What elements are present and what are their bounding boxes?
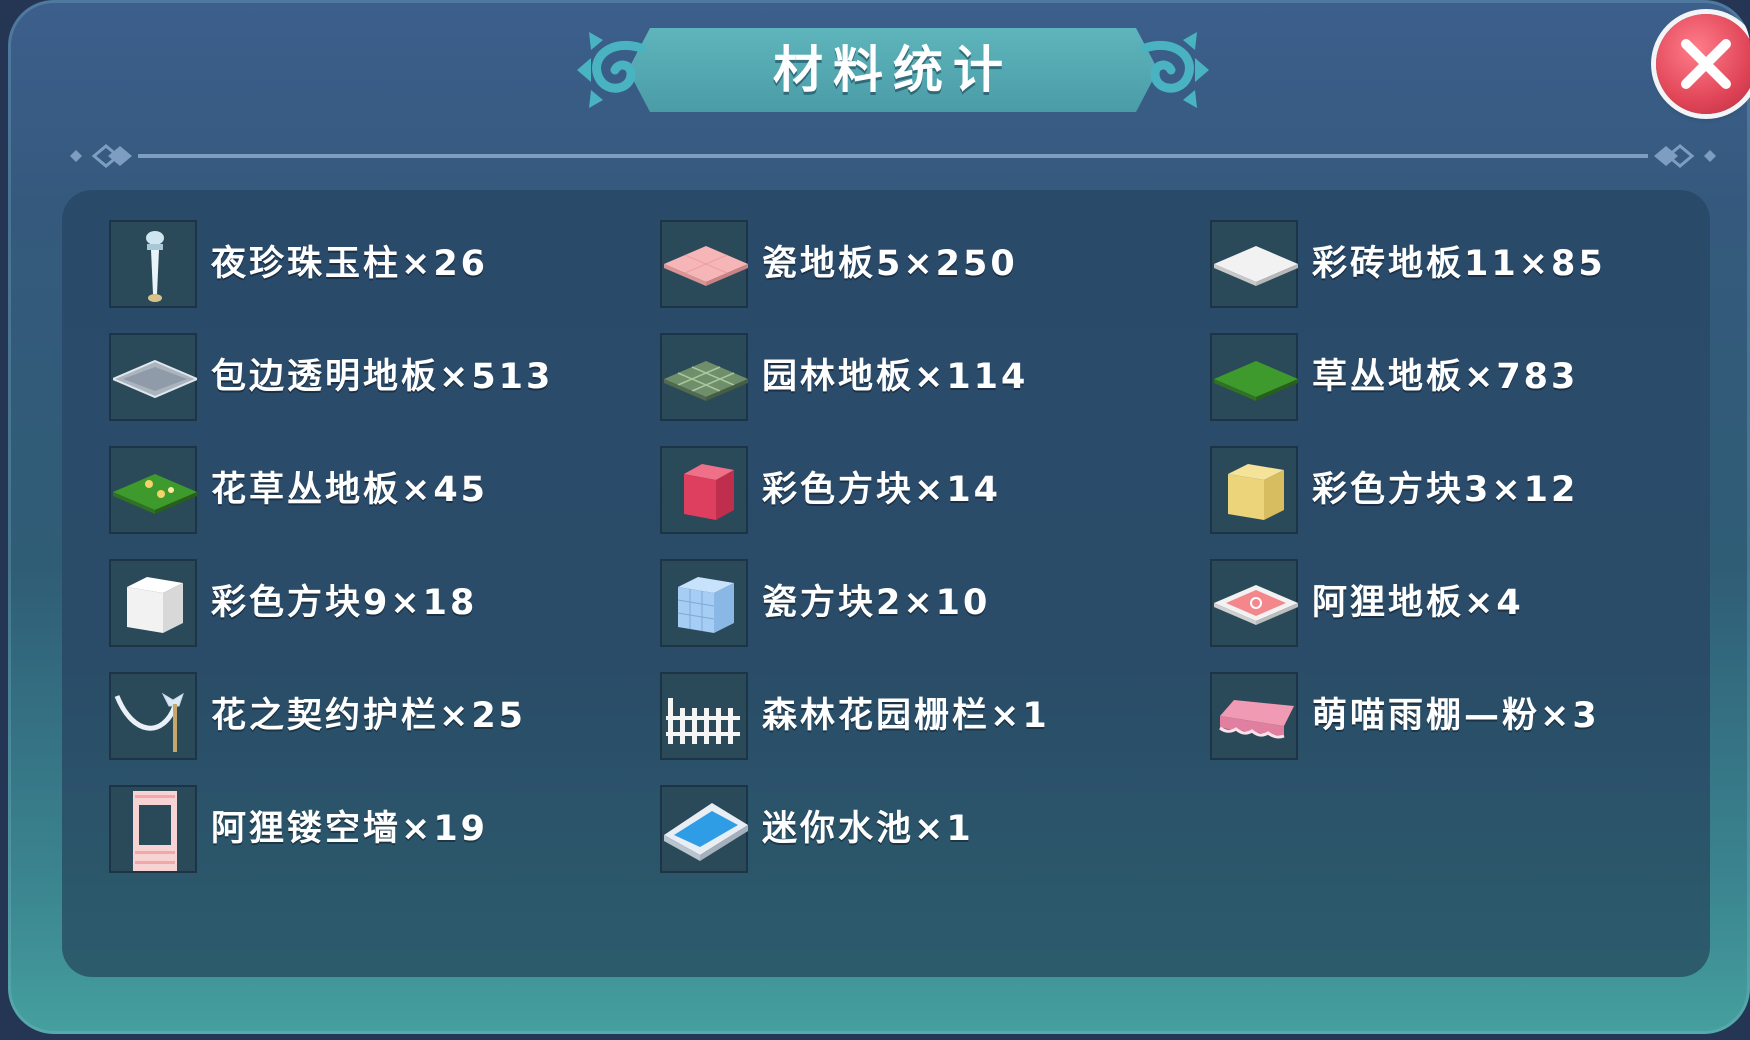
- material-item: 园林地板×114: [660, 333, 1200, 423]
- material-item: 彩砖地板11×85: [1210, 220, 1750, 310]
- garden-floor-icon: [664, 361, 748, 401]
- material-item: 花之契约护栏×25: [109, 672, 649, 762]
- material-item: 花草丛地板×45: [109, 446, 649, 536]
- close-button[interactable]: [1656, 14, 1750, 114]
- grass-floor-icon: [1214, 361, 1298, 401]
- white-cube-icon: [127, 577, 183, 633]
- material-item: 瓷地板5×250: [660, 220, 1200, 310]
- material-stats-dialog: 材料统计 夜珍珠玉柱×26 瓷地板5×250 彩砖地板11×85 包边透明地板×…: [8, 0, 1750, 1034]
- ribbon-railing-icon: [114, 692, 184, 752]
- material-label: 彩色方块3×12: [1312, 470, 1579, 510]
- material-item: 包边透明地板×513: [109, 333, 649, 423]
- flower-grass-floor-icon: [113, 474, 197, 514]
- material-item: 彩色方块9×18: [109, 559, 649, 649]
- dialog-title: 材料统计: [773, 41, 1013, 99]
- material-item: 瓷方块2×10: [660, 559, 1200, 649]
- material-item: 萌喵雨棚—粉×3: [1210, 672, 1750, 762]
- material-item: 夜珍珠玉柱×26: [109, 220, 649, 310]
- pink-tile-floor-icon: [664, 246, 748, 286]
- material-label: 萌喵雨棚—粉×3: [1312, 696, 1600, 736]
- pink-awning-icon: [1219, 700, 1294, 739]
- material-label: 阿狸镂空墙×19: [211, 809, 489, 849]
- material-label: 彩砖地板11×85: [1312, 244, 1606, 284]
- material-item: 阿狸地板×4: [1210, 559, 1750, 649]
- hollow-wall-icon: [133, 791, 177, 871]
- material-label: 瓷地板5×250: [762, 244, 1018, 284]
- mini-pool-icon: [664, 803, 748, 861]
- close-icon: [1681, 39, 1731, 89]
- material-label: 园林地板×114: [762, 357, 1029, 397]
- material-label: 花草丛地板×45: [211, 470, 489, 510]
- material-label: 阿狸地板×4: [1312, 583, 1524, 623]
- blue-tile-cube-icon: [677, 577, 734, 633]
- material-item: 彩色方块×14: [660, 446, 1200, 536]
- material-label: 夜珍珠玉柱×26: [211, 244, 489, 284]
- material-label: 瓷方块2×10: [762, 583, 991, 623]
- material-item: 森林花园栅栏×1: [660, 672, 1200, 762]
- material-label: 草丛地板×783: [1312, 357, 1579, 397]
- material-label: 迷你水池×1: [762, 809, 974, 849]
- divider-line: [70, 144, 1716, 168]
- material-label: 包边透明地板×513: [211, 357, 554, 397]
- pearl-pillar-icon: [146, 231, 164, 302]
- material-label: 花之契约护栏×25: [211, 696, 527, 736]
- material-item: 阿狸镂空墙×19: [109, 785, 649, 875]
- materials-grid: 夜珍珠玉柱×26 瓷地板5×250 彩砖地板11×85 包边透明地板×513 园…: [62, 190, 1710, 977]
- material-label: 彩色方块9×18: [211, 583, 478, 623]
- ahri-floor-icon: [1214, 585, 1298, 625]
- red-cube-icon: [684, 464, 734, 520]
- yellow-cube-icon: [1228, 464, 1284, 520]
- white-fence-icon: [666, 698, 740, 744]
- white-tile-floor-icon: [1214, 246, 1298, 286]
- material-label: 森林花园栅栏×1: [762, 696, 1050, 736]
- material-item: 草丛地板×783: [1210, 333, 1750, 423]
- material-item: 彩色方块3×12: [1210, 446, 1750, 536]
- material-label: 彩色方块×14: [762, 470, 1002, 510]
- material-item: 迷你水池×1: [660, 785, 1200, 875]
- glass-floor-icon: [113, 359, 197, 399]
